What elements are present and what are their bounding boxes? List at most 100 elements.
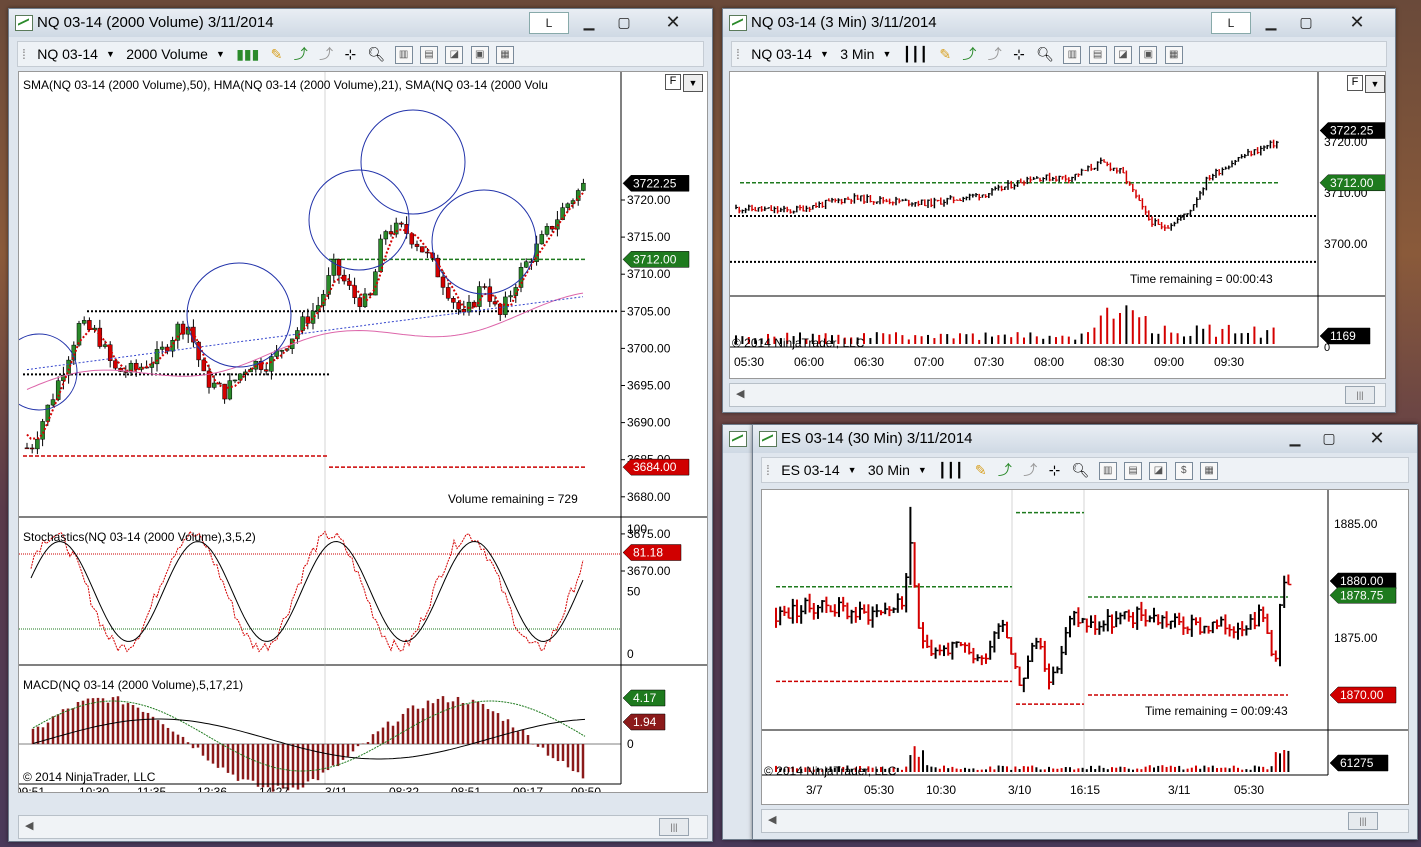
period-selector[interactable]: 30 Min — [864, 462, 914, 478]
strategy-icon[interactable]: ⤴ — [1019, 460, 1041, 480]
chevron-down-icon[interactable]: ▼ — [878, 49, 895, 59]
drawing-tool-icon[interactable]: ✎ — [971, 462, 991, 479]
candle-body — [55, 380, 61, 400]
title-bar[interactable]: NQ 03-14 (2000 Volume) 3/11/2014 L ▁ ▢ ✕ — [9, 9, 712, 37]
add-indicator-icon[interactable]: ⤴ — [290, 44, 312, 64]
crosshair-icon[interactable]: ⊹ — [1009, 46, 1029, 63]
candle-body — [263, 369, 269, 372]
zoom-icon[interactable]: 🔍︎ — [1068, 462, 1094, 479]
es-30min-chart-svg[interactable]: 1885.001880.001875.001880.001878.751870.… — [762, 490, 1408, 804]
chevron-down-icon[interactable]: ▼ — [844, 465, 861, 475]
properties-icon[interactable]: ▦ — [496, 45, 515, 64]
scroll-left-icon[interactable]: ◀ — [736, 387, 744, 400]
properties-icon[interactable]: ▦ — [1200, 461, 1219, 480]
properties-icon[interactable]: ▦ — [1164, 45, 1183, 64]
nq-3min-window[interactable]: NQ 03-14 (3 Min) 3/11/2014 L ▁ ▢ ✕ ⁞ NQ … — [722, 8, 1396, 413]
f-button[interactable]: F — [665, 74, 681, 90]
crosshair-icon[interactable]: ⊹ — [340, 46, 360, 63]
close-button[interactable]: ✕ — [1357, 428, 1397, 448]
candle-body — [76, 323, 82, 346]
scroll-thumb[interactable]: ||| — [1348, 812, 1378, 830]
instrument-selector[interactable]: NQ 03-14 — [747, 46, 816, 62]
chevron-down-icon[interactable]: ▼ — [102, 49, 119, 59]
crosshair-icon[interactable]: ⊹ — [1045, 462, 1065, 479]
link-button[interactable]: L — [1211, 12, 1251, 34]
scroll-left-icon[interactable]: ◀ — [768, 813, 776, 826]
candle-body — [29, 447, 35, 450]
minimize-button[interactable]: ▁ — [1257, 12, 1285, 32]
maximize-button[interactable]: ▢ — [1315, 428, 1343, 448]
image-icon[interactable]: ◪ — [1149, 461, 1168, 480]
minimize-button[interactable]: ▁ — [575, 12, 603, 32]
horizontal-scrollbar[interactable]: ◀ ||| — [761, 809, 1409, 833]
chart-trader-icon[interactable]: ▥ — [394, 45, 413, 64]
bar-type-icon[interactable]: ┃┃┃ — [934, 462, 967, 479]
data-box-icon[interactable]: ▤ — [419, 45, 438, 64]
link-button[interactable]: L — [529, 12, 569, 34]
save-icon[interactable]: ▣ — [470, 45, 489, 64]
drawing-tool-icon[interactable]: ✎ — [267, 46, 287, 63]
chevron-down-icon[interactable]: ▼ — [816, 49, 833, 59]
chart-panel[interactable]: 3720.00 3710.00 3700.00 3722.25 3712.00 1169 0… — [729, 71, 1386, 379]
image-icon[interactable]: ◪ — [445, 45, 464, 64]
last-price-tag: 1880.00 — [1340, 574, 1384, 588]
maximize-button[interactable]: ▢ — [1292, 12, 1320, 32]
period-selector[interactable]: 3 Min — [836, 46, 878, 62]
chevron-down-icon[interactable]: ▼ — [683, 74, 703, 92]
chart-app-icon — [759, 431, 777, 447]
save-icon[interactable]: $ — [1174, 461, 1193, 480]
scroll-thumb[interactable]: ||| — [659, 818, 689, 836]
instrument-selector[interactable]: NQ 03-14 — [33, 46, 102, 62]
chart-trader-icon[interactable]: ▥ — [1098, 461, 1117, 480]
time-tick-label: 05:30 — [734, 355, 764, 369]
time-tick-label: 3/7 — [806, 783, 823, 797]
period-selector[interactable]: 2000 Volume — [122, 46, 212, 62]
chart-trader-icon[interactable]: ▥ — [1063, 45, 1082, 64]
bar-type-icon[interactable]: ▮▮▮ — [232, 46, 263, 63]
nq-3min-chart-svg[interactable]: 3720.003710.003700.003722.253712.0011690… — [730, 72, 1385, 378]
drawing-tool-icon[interactable]: ✎ — [935, 46, 955, 63]
chevron-down-icon[interactable]: ▼ — [212, 49, 229, 59]
strategy-icon[interactable]: ⤴ — [315, 44, 337, 64]
add-indicator-icon[interactable]: ⤴ — [958, 44, 980, 64]
last-price-tag: 3722.25 — [633, 176, 677, 190]
toolbar-grip: ⁞ — [22, 46, 26, 62]
candle-body — [24, 447, 30, 450]
candle-body — [102, 344, 108, 347]
horizontal-scrollbar[interactable]: ◀ ||| — [729, 383, 1386, 407]
instrument-selector[interactable]: ES 03-14 — [777, 462, 843, 478]
save-icon[interactable]: ▣ — [1139, 45, 1158, 64]
candle-body — [180, 323, 186, 335]
f-button[interactable]: F — [1347, 75, 1363, 91]
close-button[interactable]: ✕ — [653, 12, 693, 32]
chart-panel[interactable]: 3720.00 3715.00 3710.00 3705.00 3700.00 3695.… — [18, 71, 708, 793]
scroll-thumb[interactable]: ||| — [1345, 386, 1375, 404]
chevron-down-icon[interactable]: ▼ — [1365, 75, 1385, 93]
candle-body — [159, 346, 165, 350]
scroll-left-icon[interactable]: ◀ — [25, 819, 33, 832]
zoom-icon[interactable]: 🔍︎ — [364, 46, 390, 63]
nq-2000-volume-window[interactable]: NQ 03-14 (2000 Volume) 3/11/2014 L ▁ ▢ ✕… — [8, 8, 713, 842]
candle-body — [45, 404, 51, 422]
minimize-button[interactable]: ▁ — [1281, 428, 1309, 448]
data-box-icon[interactable]: ▤ — [1088, 45, 1107, 64]
bar-type-icon[interactable]: ┃┃┃ — [899, 46, 932, 63]
image-icon[interactable]: ◪ — [1114, 45, 1132, 64]
time-tick-label: 12:36 — [197, 785, 227, 792]
chart-panel[interactable]: 1885.001880.001875.001880.001878.751870.… — [761, 489, 1409, 805]
chevron-down-icon[interactable]: ▼ — [914, 465, 931, 475]
es-30min-window[interactable]: ES 03-14 (30 Min) 3/11/2014 ▁ ▢ ✕ ⁞ ES 0… — [752, 424, 1418, 840]
horizontal-scrollbar[interactable]: ◀ ||| — [18, 815, 708, 839]
add-indicator-icon[interactable]: ⤴ — [994, 460, 1016, 480]
zoom-icon[interactable]: 🔍︎ — [1032, 46, 1058, 63]
price-tick-label: 3695.00 — [627, 379, 671, 393]
close-button[interactable]: ✕ — [1337, 12, 1377, 32]
strategy-icon[interactable]: ⤴ — [984, 44, 1006, 64]
time-tick-label: 09:00 — [1154, 355, 1184, 369]
data-box-icon[interactable]: ▤ — [1124, 461, 1143, 480]
candle-body — [92, 327, 97, 330]
title-bar[interactable]: ES 03-14 (30 Min) 3/11/2014 ▁ ▢ ✕ — [753, 425, 1417, 453]
title-bar[interactable]: NQ 03-14 (3 Min) 3/11/2014 L ▁ ▢ ✕ — [723, 9, 1395, 37]
maximize-button[interactable]: ▢ — [610, 12, 638, 32]
candle-body — [544, 226, 550, 235]
